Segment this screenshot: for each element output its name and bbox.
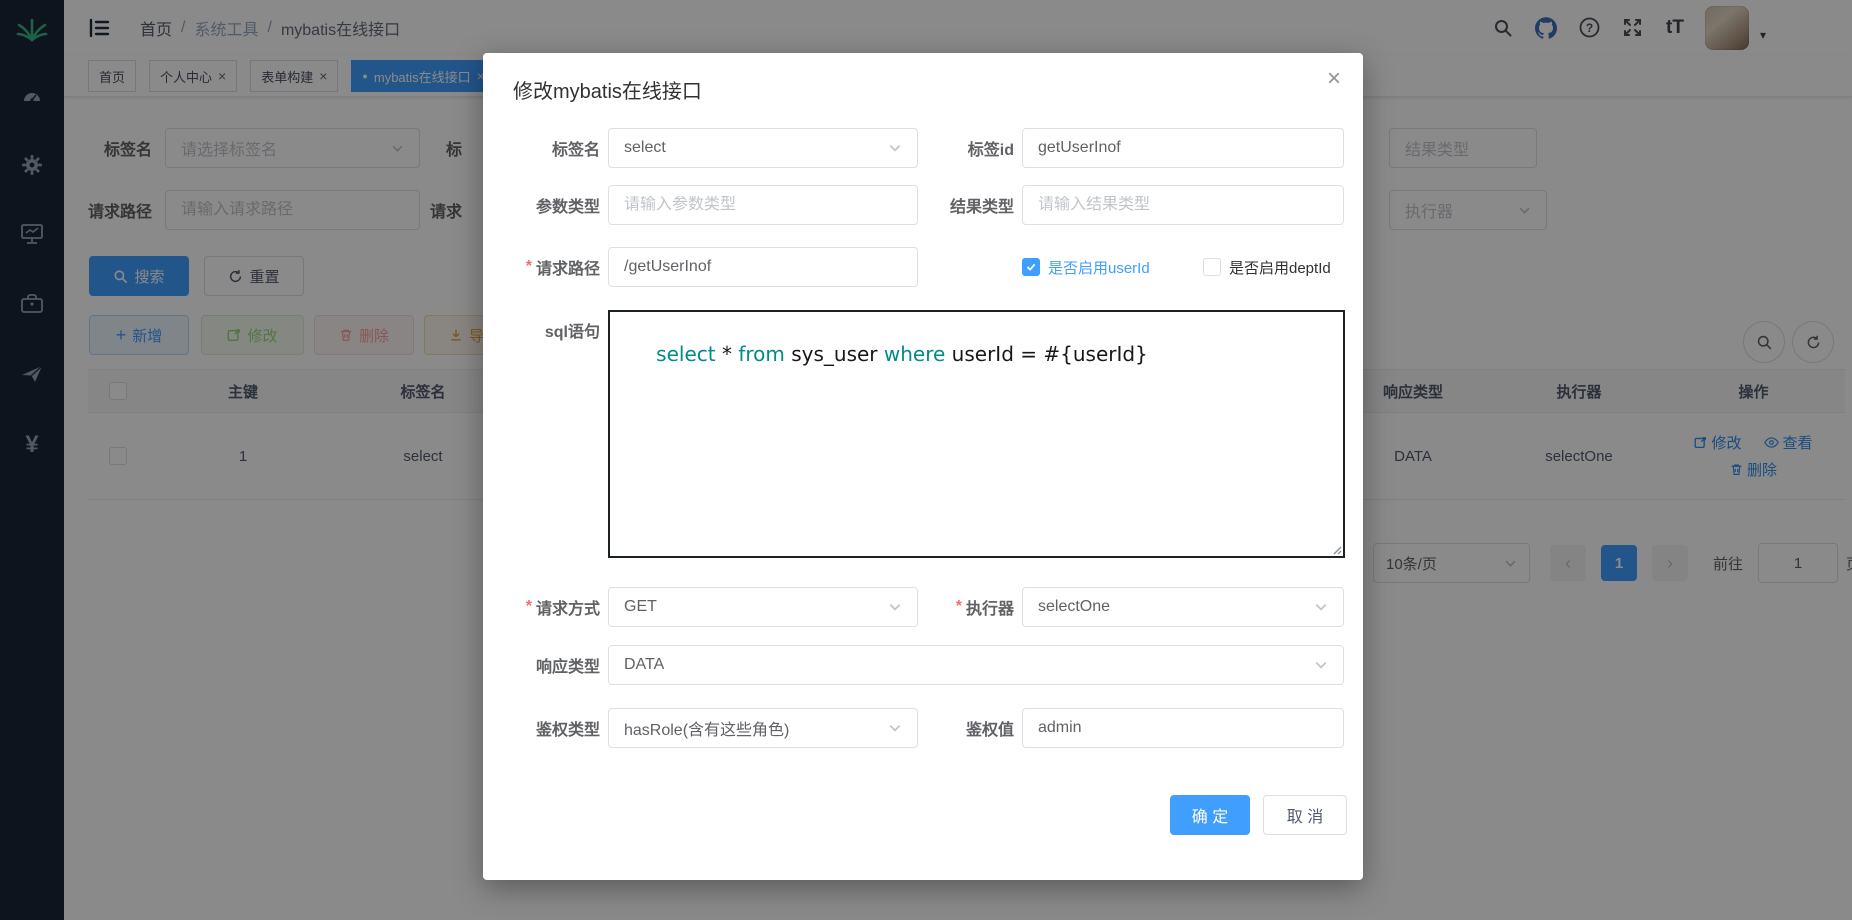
- tag-name-select[interactable]: select: [608, 128, 918, 168]
- app-root: ¥ 首页 / 系统工具 / mybatis在线接口: [0, 0, 1852, 920]
- auth-value-input[interactable]: [1022, 708, 1344, 748]
- edit-mybatis-dialog: 修改mybatis在线接口 × 标签名 select 标签id 参数类型 结果类…: [483, 53, 1363, 880]
- request-path-label-text: 请求路径: [536, 255, 600, 279]
- auth-type-select[interactable]: hasRole(含有这些角色): [608, 708, 918, 748]
- sql-keyword: where: [884, 342, 945, 366]
- response-type-value: DATA: [624, 656, 664, 674]
- chevron-down-icon: [1314, 600, 1328, 614]
- cancel-button-label: 取 消: [1287, 803, 1323, 827]
- response-type-label: 响应类型: [483, 645, 600, 685]
- sql-keyword: select: [656, 342, 715, 366]
- confirm-button-label: 确 定: [1192, 803, 1228, 827]
- required-mark: *: [526, 258, 532, 276]
- executor-select[interactable]: selectOne: [1022, 587, 1344, 627]
- confirm-button[interactable]: 确 定: [1170, 795, 1250, 835]
- request-path-field[interactable]: [624, 258, 902, 276]
- executor-label: * 执行器: [918, 587, 1014, 627]
- tag-id-input[interactable]: [1022, 128, 1344, 168]
- param-type-field[interactable]: [624, 196, 902, 214]
- auth-value-field[interactable]: [1038, 719, 1328, 737]
- executor-value: selectOne: [1038, 598, 1110, 616]
- resize-handle[interactable]: [1330, 543, 1342, 555]
- request-method-label: * 请求方式: [483, 587, 600, 627]
- result-type-field[interactable]: [1038, 196, 1328, 214]
- auth-type-value: hasRole(含有这些角色): [624, 716, 789, 740]
- enable-deptid-label: 是否启用deptId: [1229, 257, 1331, 278]
- cancel-button[interactable]: 取 消: [1263, 795, 1347, 835]
- param-type-label: 参数类型: [483, 185, 600, 225]
- check-icon: [1025, 261, 1037, 273]
- checkbox-unchecked[interactable]: [1203, 258, 1221, 276]
- required-mark: *: [526, 598, 532, 616]
- enable-deptid-checkbox[interactable]: 是否启用deptId: [1203, 247, 1331, 287]
- checkbox-checked[interactable]: [1022, 258, 1040, 276]
- result-type-label: 结果类型: [918, 185, 1014, 225]
- tag-name-value: select: [624, 139, 666, 157]
- result-type-input[interactable]: [1022, 185, 1344, 225]
- dialog-title: 修改mybatis在线接口: [513, 75, 702, 104]
- chevron-down-icon: [888, 600, 902, 614]
- sql-text: sys_user: [785, 342, 884, 366]
- request-method-value: GET: [624, 598, 657, 616]
- tag-id-field[interactable]: [1038, 139, 1328, 157]
- chevron-down-icon: [888, 141, 902, 155]
- sql-text: userId = #{userId}: [945, 342, 1147, 366]
- tag-name-label: 标签名: [483, 128, 600, 168]
- dialog-close-button[interactable]: ×: [1327, 67, 1341, 91]
- sql-label: sql语句: [483, 310, 600, 350]
- request-method-select[interactable]: GET: [608, 587, 918, 627]
- auth-type-label: 鉴权类型: [483, 708, 600, 748]
- sql-keyword: from: [738, 342, 785, 366]
- chevron-down-icon: [888, 721, 902, 735]
- tag-id-label: 标签id: [918, 128, 1014, 168]
- request-path-input[interactable]: [608, 247, 918, 287]
- request-path-label: * 请求路径: [483, 247, 600, 287]
- param-type-input[interactable]: [608, 185, 918, 225]
- sql-text: *: [716, 342, 739, 366]
- enable-userid-label: 是否启用userId: [1048, 257, 1150, 278]
- auth-value-label: 鉴权值: [918, 708, 1014, 748]
- close-icon: ×: [1327, 65, 1341, 92]
- enable-userid-checkbox[interactable]: 是否启用userId: [1022, 247, 1150, 287]
- sql-textarea[interactable]: select * from sys_user where userId = #{…: [608, 310, 1345, 558]
- required-mark: *: [956, 598, 962, 616]
- executor-label-text: 执行器: [966, 595, 1014, 619]
- chevron-down-icon: [1314, 658, 1328, 672]
- request-method-label-text: 请求方式: [536, 595, 600, 619]
- response-type-select[interactable]: DATA: [608, 645, 1344, 685]
